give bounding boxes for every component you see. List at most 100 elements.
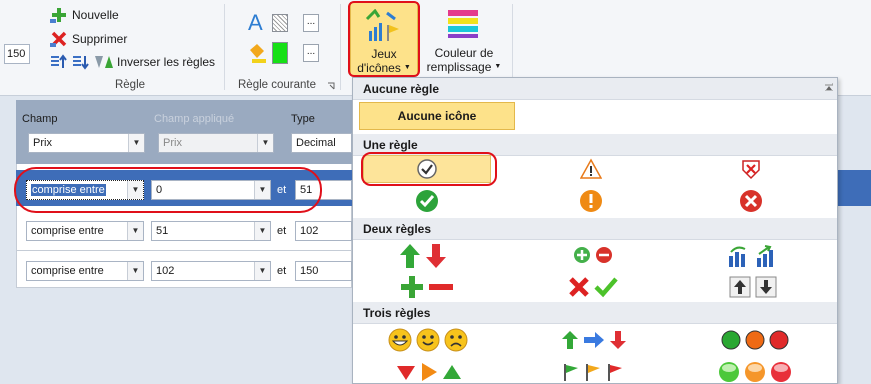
check-green-icon [594, 277, 618, 298]
operator-select-value: comprise entre [31, 265, 104, 277]
boxed-arrow-up-icon [729, 276, 751, 298]
chevron-down-icon: ▼ [128, 134, 144, 152]
invert-rules-button[interactable]: Inverser les règles [94, 54, 215, 70]
fill-color-scale-label-row: remplissage ▼ [424, 60, 504, 74]
circle-shiny-orange-icon [745, 362, 765, 382]
x-filled-option[interactable] [683, 188, 819, 214]
x-check-option[interactable] [553, 274, 633, 300]
to-value-select[interactable]: 150 [295, 261, 352, 281]
smileys-option[interactable] [383, 326, 473, 354]
boxed-arrows-option[interactable] [713, 274, 793, 300]
operator-select[interactable]: comprise entre ▼ [26, 261, 144, 281]
from-value-select[interactable]: 102 ▼ [151, 261, 271, 281]
up-down-arrows-option[interactable] [393, 242, 453, 270]
field-select-value: Prix [33, 137, 52, 149]
plus-minus-large-option[interactable] [393, 274, 461, 300]
three-arrows-option[interactable] [549, 328, 639, 352]
warning-outline-option[interactable] [523, 156, 659, 182]
row-divider [16, 250, 352, 251]
arrow-up-green-icon [562, 331, 578, 349]
exclamation-orange-circle-icon [580, 190, 602, 212]
plus-minus-small-option[interactable] [553, 244, 633, 266]
applied-field-header: Champ appliqué [154, 113, 235, 125]
right-panel-selected-band [838, 170, 871, 206]
delete-rule-button[interactable]: Supprimer [50, 30, 127, 48]
triangle-right-orange-icon [422, 363, 437, 381]
minus-red-circle-icon [596, 247, 612, 263]
flag-green-icon [564, 364, 578, 381]
arrow-down-red-icon [426, 244, 446, 268]
dialog-launcher-icon[interactable] [327, 82, 335, 90]
flag-red-icon [608, 364, 622, 381]
fill-color-scale-icon [448, 10, 478, 38]
move-up-icon[interactable] [50, 54, 68, 70]
type-select[interactable]: Decimal [291, 133, 352, 153]
chevron-down-icon: ▼ [254, 222, 270, 240]
fill-color-scale-label-line1: Couleur de [434, 46, 494, 60]
boxed-arrow-down-icon [755, 276, 777, 298]
bar-arrows-option[interactable] [713, 242, 793, 270]
delete-rule-icon [50, 31, 67, 47]
chevron-down-icon: ▼ [127, 262, 143, 280]
fill-color-scale-label: Couleur de remplissage ▼ [424, 46, 504, 74]
right-panel [838, 96, 871, 384]
and-label: et [277, 225, 287, 237]
applied-field-select: Prix ▼ [158, 133, 274, 153]
annotation-highlight-option [361, 152, 497, 186]
circle-shiny-green-icon [719, 362, 739, 382]
rules-form-header [16, 100, 352, 164]
section-three-rules: Trois règles [353, 302, 837, 324]
to-value: 102 [300, 225, 319, 237]
type-select-value: Decimal [296, 137, 336, 149]
move-down-icon[interactable] [72, 54, 90, 70]
field-select[interactable]: Prix ▼ [28, 133, 145, 153]
to-value-select[interactable]: 102 [295, 221, 352, 241]
from-value-select[interactable]: 51 ▼ [151, 221, 271, 241]
annotation-highlight-icon-sets [348, 1, 420, 77]
traffic-lights-option[interactable] [707, 328, 803, 352]
annotation-highlight-row [14, 167, 322, 213]
flags-option[interactable] [553, 360, 633, 384]
chevron-down-icon: ▼ [257, 134, 273, 152]
font-color-more-button[interactable]: ... [303, 14, 319, 32]
scroll-up-icon[interactable] [825, 83, 833, 91]
plus-green-circle-icon [574, 247, 590, 263]
rule-group-label: Règle [114, 79, 146, 91]
zoom-input[interactable]: 150 [4, 44, 30, 64]
shield-x-icon [742, 160, 760, 180]
invert-rules-label: Inverser les règles [117, 55, 216, 69]
flag-yellow-icon [586, 364, 600, 381]
check-green-circle-icon [416, 190, 438, 212]
fill-color-more-button[interactable]: ... [303, 44, 319, 62]
field-header: Champ [22, 113, 58, 125]
smiley-happy-icon [416, 328, 440, 352]
add-rule-icon [50, 8, 66, 23]
x-red-icon [569, 277, 589, 297]
to-value: 150 [300, 265, 319, 277]
plus-green-icon [401, 276, 423, 298]
arrow-down-red-icon [610, 331, 626, 349]
exclamation-filled-option[interactable] [523, 188, 659, 214]
from-value: 102 [156, 265, 175, 277]
font-color-swatch[interactable] [272, 14, 288, 32]
triangles-option[interactable] [389, 360, 469, 384]
fill-color-swatch[interactable] [272, 42, 288, 64]
bars-arrow-up-icon [729, 246, 746, 267]
shield-x-option[interactable] [683, 156, 819, 182]
operator-select[interactable]: comprise entre ▼ [26, 221, 144, 241]
rule-order-buttons: Inverser les règles [50, 54, 215, 70]
current-rule-group-label: Règle courante [238, 79, 316, 91]
shiny-lights-option[interactable] [707, 360, 803, 384]
invert-rules-icon [95, 56, 113, 68]
group-separator [340, 4, 341, 90]
font-color-icon: A [248, 10, 263, 35]
triangle-down-red-icon [397, 366, 415, 380]
new-rule-button[interactable]: Nouvelle [50, 6, 119, 24]
check-filled-option[interactable] [363, 188, 491, 214]
chevron-down-icon: ▼ [254, 262, 270, 280]
chevron-down-icon: ▼ [127, 222, 143, 240]
no-icon-option[interactable]: Aucune icône [359, 102, 515, 130]
fill-bucket-button[interactable] [246, 42, 268, 64]
fill-color-scale-button[interactable]: Couleur de remplissage ▼ [424, 4, 504, 76]
font-color-button[interactable]: A [248, 10, 263, 36]
